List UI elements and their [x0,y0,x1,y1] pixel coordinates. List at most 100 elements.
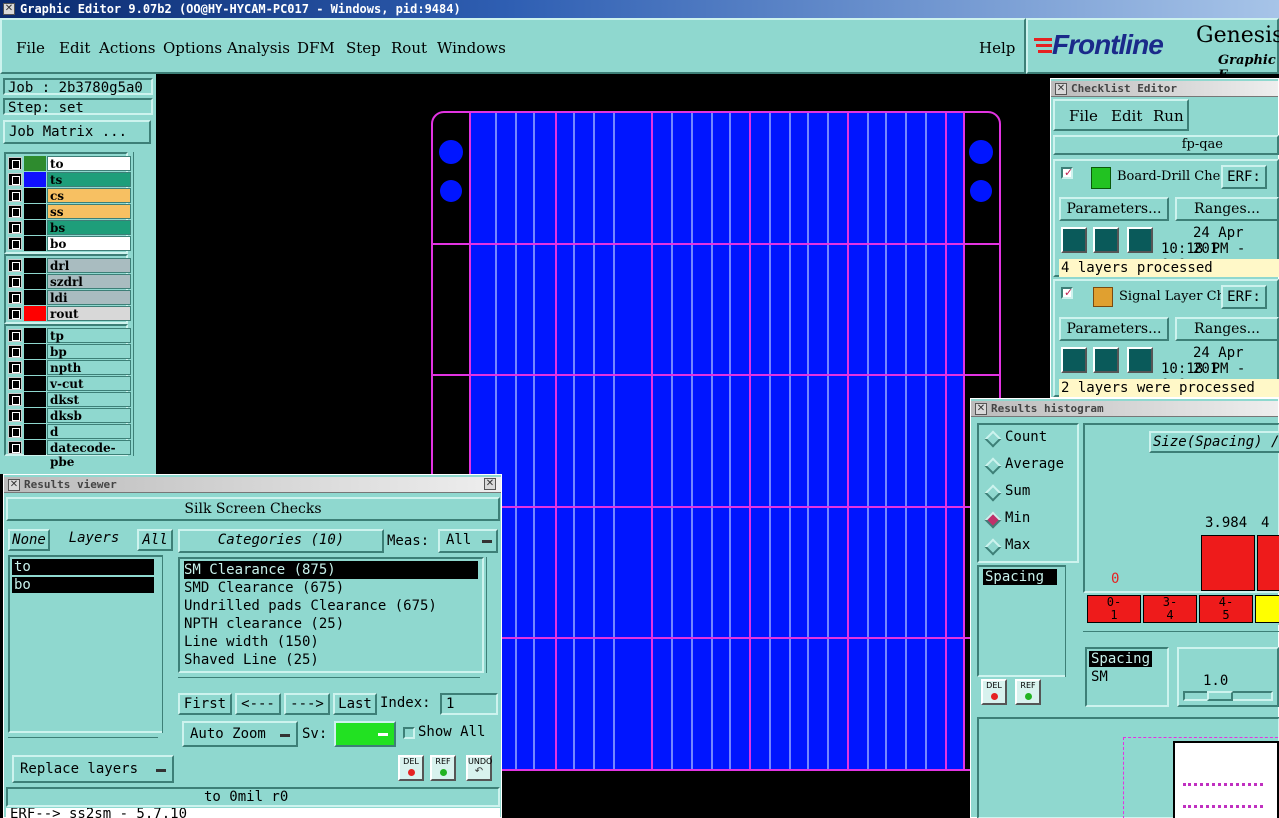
layer-row-ss[interactable]: ss [8,204,131,219]
replace-layers-dropdown[interactable]: Replace layers [12,755,174,783]
layer-visibility-checkbox[interactable] [8,221,22,234]
ranges-button[interactable]: Ranges... [1175,197,1279,221]
menu-help[interactable]: Help [979,39,1015,57]
layer-visibility-checkbox[interactable] [8,307,22,320]
layer-visibility-checkbox[interactable] [8,205,22,218]
histogram-list-scrollbar[interactable] [1065,565,1077,677]
stop-check-icon[interactable] [1127,227,1153,253]
layer-visibility-checkbox[interactable] [8,237,22,250]
layer-row-rout[interactable]: rout [8,306,131,321]
ranges-button[interactable]: Ranges... [1175,317,1279,341]
histogram-bar[interactable] [1201,535,1255,591]
layer-name[interactable]: ss [47,204,131,219]
category-item[interactable]: Line width (150) [184,633,478,651]
close-icon[interactable]: ✕ [484,478,496,490]
histogram-range-cell[interactable]: 4- 5 [1199,595,1253,623]
sv-color-dropdown[interactable] [334,721,396,747]
histogram-bar[interactable] [1257,535,1279,591]
list-item[interactable]: SM [1091,669,1108,685]
layer-name[interactable]: szdrl [47,274,131,289]
radio-max[interactable] [984,538,1002,556]
histogram-hscrollbar[interactable] [1083,631,1279,641]
layer-visibility-checkbox[interactable] [8,173,22,186]
reference-button[interactable]: REF [430,755,456,781]
layer-visibility-checkbox[interactable] [8,361,22,374]
layer-name[interactable]: npth [47,360,131,375]
stop-check-icon[interactable] [1127,347,1153,373]
layer-row-drl[interactable]: drl [8,258,131,273]
histogram-reference-button[interactable]: REF [1015,679,1041,705]
layers-list-scrollbar[interactable] [162,555,174,733]
layer-visibility-checkbox[interactable] [8,377,22,390]
layer-row-bo[interactable]: bo [8,236,131,251]
histogram-range-cell[interactable]: 3- 4 [1143,595,1197,623]
category-item[interactable]: SMD Clearance (675) [184,579,478,597]
layer-row-ts[interactable]: ts [8,172,131,187]
layer-visibility-checkbox[interactable] [8,275,22,288]
checklist-menu-edit[interactable]: Edit [1111,107,1142,125]
layer-row-v-cut[interactable]: v-cut [8,376,131,391]
layer-name[interactable]: bs [47,220,131,235]
menu-options[interactable]: Options [163,39,222,57]
select-none-button[interactable]: None [8,529,50,551]
layer-name[interactable]: ldi [47,290,131,305]
list-item[interactable]: to [12,559,154,575]
categories-scrollbar[interactable] [486,557,498,673]
layer-name[interactable]: dksb [47,408,131,423]
parameters-button[interactable]: Parameters... [1059,317,1169,341]
menu-analysis[interactable]: Analysis [227,39,290,57]
slider-track[interactable] [1183,691,1273,701]
histogram-bottom-list[interactable]: Spacing SM [1085,647,1169,707]
layer-name[interactable]: rout [47,306,131,321]
layer-name[interactable]: tp [47,328,131,343]
run-check-alt-icon[interactable] [1093,347,1119,373]
check-enable-checkbox[interactable]: ✓ [1061,166,1073,179]
checklist-menu-file[interactable]: File [1069,107,1098,125]
previous-button[interactable]: <--- [235,693,281,715]
meas-dropdown[interactable]: All [438,529,498,553]
layer-row-datecode-pbe[interactable]: datecode-pbe [8,440,131,469]
checklist-menu-run[interactable]: Run [1153,107,1184,125]
run-check-icon[interactable] [1061,227,1087,253]
delete-button[interactable]: DEL [398,755,424,781]
threshold-slider[interactable]: 1.0 [1177,647,1279,707]
parameters-button[interactable]: Parameters... [1059,197,1169,221]
first-button[interactable]: First [178,693,232,715]
layer-visibility-checkbox[interactable] [8,157,22,170]
categories-hscrollbar[interactable] [178,677,480,687]
layer-visibility-checkbox[interactable] [8,291,22,304]
layer-row-tp[interactable]: tp [8,328,131,343]
list-item[interactable]: Spacing [983,569,1057,585]
run-check-icon[interactable] [1061,347,1087,373]
menu-actions[interactable]: Actions [99,39,155,57]
layer-visibility-checkbox[interactable] [8,329,22,342]
menu-windows[interactable]: Windows [437,39,506,57]
layer-name[interactable]: d [47,424,131,439]
list-item[interactable]: Spacing [1089,651,1153,667]
undo-button[interactable]: UNDO ↶ [466,755,492,781]
category-item[interactable]: SM Clearance (875) [184,561,478,579]
layer-name[interactable]: to [47,156,131,171]
next-button[interactable]: ---> [284,693,330,715]
job-matrix-button[interactable]: Job Matrix ... [3,120,151,144]
layer-name[interactable]: datecode-pbe [47,440,131,469]
select-all-button[interactable]: All [137,529,173,551]
layer-visibility-checkbox[interactable] [8,259,22,272]
layer-row-bs[interactable]: bs [8,220,131,235]
radio-average[interactable] [984,457,1002,475]
layer-name[interactable]: bo [47,236,131,251]
auto-zoom-dropdown[interactable]: Auto Zoom [182,721,298,747]
show-all-checkbox[interactable] [403,727,415,739]
layer-name[interactable]: ts [47,172,131,187]
layers-list-hscrollbar[interactable] [8,737,158,747]
layer-row-to[interactable]: to [8,156,131,171]
layer-visibility-checkbox[interactable] [8,441,22,454]
result-layers-list[interactable]: to bo [8,555,164,733]
layer-name[interactable]: drl [47,258,131,273]
layer-panel-scrollbar[interactable] [133,152,153,456]
layer-visibility-checkbox[interactable] [8,345,22,358]
check-enable-checkbox[interactable]: ✓ [1061,286,1073,299]
radio-sum[interactable] [984,484,1002,502]
erf-button[interactable]: ERF: [1221,285,1267,309]
layer-name[interactable]: dkst [47,392,131,407]
